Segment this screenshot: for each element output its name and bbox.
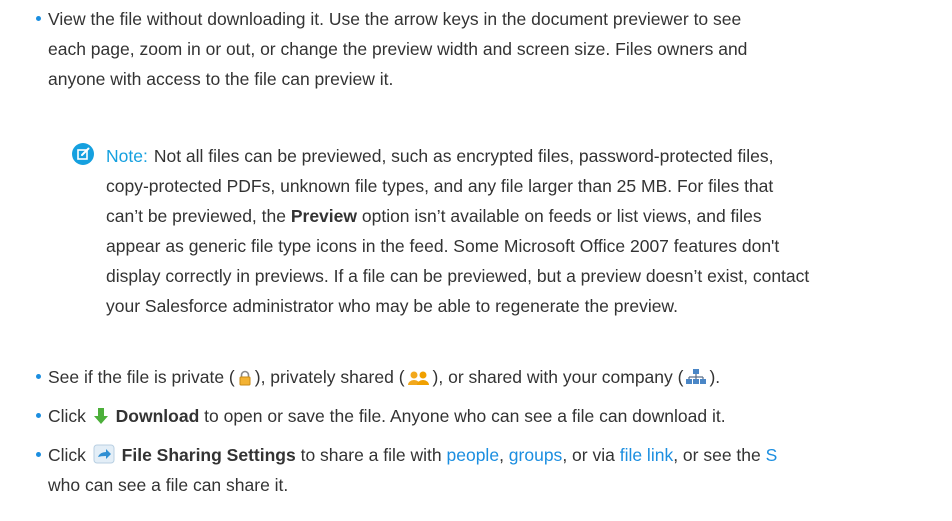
text-line: each page, zoom in or out, or change the…	[48, 39, 748, 59]
bullet-item-download: Click Download to open or save the file.…	[48, 401, 952, 431]
bullet-item-privacy: See if the file is private ( ), privately…	[48, 362, 952, 392]
text-line: See if the file is private ( ), privately…	[48, 362, 952, 392]
text-segment: ), or shared with your company (	[432, 367, 684, 387]
text-segment: , or via	[562, 445, 620, 465]
text-line: copy-protected PDFs, unknown file types,…	[106, 176, 774, 196]
note-text-segment: can’t be previewed, the	[106, 206, 291, 226]
bullet-marker	[36, 452, 41, 457]
text-segment: , or see the	[673, 445, 766, 465]
bullet-item-preview: View the file without downloading it. Us…	[48, 4, 952, 94]
text-line: Click Download to open or save the file.…	[48, 401, 952, 431]
text-line: who can see a file can share it.	[48, 475, 289, 495]
text-line: View the file without downloading it. Us…	[48, 9, 742, 29]
truncated-link[interactable]: S	[766, 445, 778, 465]
download-label: Download	[115, 406, 200, 426]
text-segment: to share a file with	[295, 445, 447, 465]
download-arrow-icon	[93, 404, 109, 434]
text-segment: Click	[48, 406, 91, 426]
text-line: Click File Sharing Settings to share a f…	[48, 440, 952, 470]
share-arrow-icon	[93, 443, 115, 473]
text-segment: Click	[48, 445, 91, 465]
text-line: appear as generic file type icons in the…	[106, 236, 780, 256]
people-link[interactable]: people	[447, 445, 500, 465]
lock-icon	[237, 365, 253, 395]
text-segment: ,	[499, 445, 509, 465]
file-link-link[interactable]: file link	[620, 445, 674, 465]
note-text-segment: option isn’t available on feeds or list …	[357, 206, 762, 226]
text-line: display correctly in previews. If a file…	[106, 266, 810, 286]
text-line: anyone with access to the file can previ…	[48, 69, 394, 89]
text-segment: to open or save the file. Anyone who can…	[199, 406, 726, 426]
preview-option-label: Preview	[290, 206, 357, 226]
text-line: Note: Not all files can be previewed, suc…	[106, 141, 809, 171]
note-label: Note:	[106, 146, 148, 166]
bullet-marker	[36, 374, 41, 379]
people-icon	[407, 365, 431, 395]
edit-note-icon	[72, 143, 94, 165]
company-network-icon	[685, 365, 707, 395]
text-line: can’t be previewed, the Preview option i…	[106, 201, 809, 231]
note-text: Note: Not all files can be previewed, suc…	[106, 141, 809, 321]
text-segment: ).	[709, 367, 721, 387]
text-line: your Salesforce administrator who may be…	[106, 296, 678, 316]
bullet-marker	[36, 413, 41, 418]
bullet-item-sharing: Click File Sharing Settings to share a f…	[48, 440, 952, 500]
text-segment: See if the file is private (	[48, 367, 235, 387]
file-sharing-settings-label: File Sharing Settings	[121, 445, 296, 465]
help-document: View the file without downloading it. Us…	[0, 0, 952, 521]
groups-link[interactable]: groups	[509, 445, 563, 465]
note-text-segment: Not all files can be previewed, such as …	[153, 146, 774, 166]
text-segment: ), privately shared (	[254, 367, 405, 387]
bullet-marker	[36, 16, 41, 21]
